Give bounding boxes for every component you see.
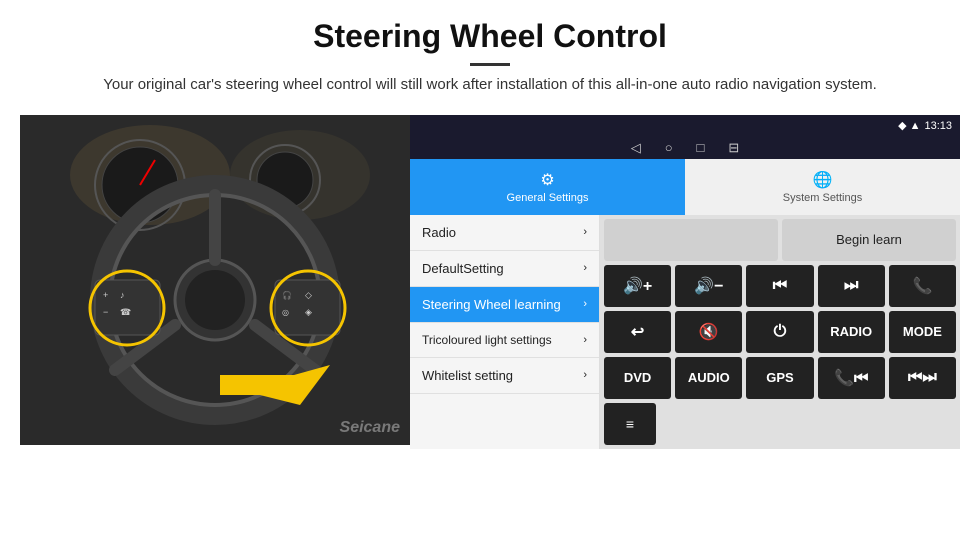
general-settings-label: General Settings	[507, 192, 589, 204]
svg-text:♪: ♪	[120, 290, 125, 300]
time-display: 13:13	[924, 120, 952, 132]
steering-wheel-image: + − ♪ ☎ 🎧 ◎ ◇ ◈	[20, 115, 410, 445]
title-divider	[470, 63, 510, 66]
ctrl-row-2: ↩ 🔇 ⏻ RADIO MODE	[604, 311, 956, 353]
menu-item-steering-wheel[interactable]: Steering Wheel learning ›	[410, 287, 599, 323]
menu-tricoloured-label: Tricoloured light settings	[422, 333, 583, 347]
recents-icon[interactable]: □	[697, 140, 705, 156]
hang-up-button[interactable]: ↩	[604, 311, 671, 353]
svg-text:◇: ◇	[305, 290, 312, 300]
chevron-icon-whitelist: ›	[583, 369, 587, 381]
chevron-icon-tricoloured: ›	[583, 334, 587, 346]
svg-text:−: −	[103, 307, 108, 317]
svg-text:◎: ◎	[282, 308, 289, 317]
page-header: Steering Wheel Control Your original car…	[0, 0, 980, 105]
android-ui: ◆ ▲ 13:13 ◁ ○ □ ⊟ ⚙ General Settings 🌐 S…	[410, 115, 960, 449]
home-icon[interactable]: ○	[665, 140, 673, 156]
vol-down-button[interactable]: 🔊−	[675, 265, 742, 307]
page-subtitle: Your original car's steering wheel contr…	[40, 74, 940, 97]
controls-area: Begin learn 🔊+ 🔊− ⏮ ⏭	[600, 215, 960, 449]
bottom-area: Radio › DefaultSetting › Steering Wheel …	[410, 215, 960, 449]
next-track-button[interactable]: ⏭	[818, 265, 885, 307]
nav-bar: ◁ ○ □ ⊟	[410, 137, 960, 159]
svg-text:🎧: 🎧	[282, 290, 292, 300]
menu-list: Radio › DefaultSetting › Steering Wheel …	[410, 215, 600, 449]
tab-system-settings[interactable]: 🌐 System Settings	[685, 159, 960, 215]
power-button[interactable]: ⏻	[746, 311, 813, 353]
menu-grid-button[interactable]: ≡	[604, 403, 656, 445]
gps-button[interactable]: GPS	[746, 357, 813, 399]
menu-item-tricoloured[interactable]: Tricoloured light settings ›	[410, 323, 599, 358]
ctrl-empty-box	[604, 219, 778, 261]
mode-button[interactable]: MODE	[889, 311, 956, 353]
tabs-row: ⚙ General Settings 🌐 System Settings	[410, 159, 960, 215]
ctrl-row-1: 🔊+ 🔊− ⏮ ⏭ 📞	[604, 265, 956, 307]
page-title: Steering Wheel Control	[40, 18, 940, 55]
phone-prev-button[interactable]: 📞⏮	[818, 357, 885, 399]
content-area: + − ♪ ☎ 🎧 ◎ ◇ ◈ Seicane ◆ ▲ 13:13	[20, 115, 960, 449]
general-settings-icon: ⚙	[540, 170, 554, 190]
system-settings-icon: 🌐	[813, 170, 833, 190]
menu-whitelist-label: Whitelist setting	[422, 368, 583, 383]
menu-item-radio[interactable]: Radio ›	[410, 215, 599, 251]
menu-steering-label: Steering Wheel learning	[422, 297, 583, 312]
menu-radio-label: Radio	[422, 225, 583, 240]
prev-track-button[interactable]: ⏮	[746, 265, 813, 307]
chevron-icon-steering: ›	[583, 298, 587, 310]
mute-button[interactable]: 🔇	[675, 311, 742, 353]
chevron-icon-default: ›	[583, 262, 587, 274]
status-bar: ◆ ▲ 13:13	[410, 115, 960, 137]
signal-icon: ◆ ▲	[898, 119, 920, 132]
car-image-container: + − ♪ ☎ 🎧 ◎ ◇ ◈ Seicane	[20, 115, 410, 445]
seek-button[interactable]: ⏮⏭	[889, 357, 956, 399]
dvd-button[interactable]: DVD	[604, 357, 671, 399]
menu-icon[interactable]: ⊟	[728, 140, 739, 156]
vol-up-button[interactable]: 🔊+	[604, 265, 671, 307]
menu-item-whitelist[interactable]: Whitelist setting ›	[410, 358, 599, 394]
watermark: Seicane	[340, 419, 400, 437]
phone-button[interactable]: 📞	[889, 265, 956, 307]
grid-icon: ≡	[626, 416, 634, 432]
begin-learn-button[interactable]: Begin learn	[782, 219, 956, 261]
status-bar-right: ◆ ▲ 13:13	[898, 119, 952, 132]
svg-text:+: +	[103, 290, 108, 300]
ctrl-row-4: ≡	[604, 403, 956, 445]
ctrl-row-top: Begin learn	[604, 219, 956, 261]
radio-button[interactable]: RADIO	[818, 311, 885, 353]
menu-default-label: DefaultSetting	[422, 261, 583, 276]
back-icon[interactable]: ◁	[631, 140, 641, 156]
svg-text:◈: ◈	[305, 307, 312, 317]
system-settings-label: System Settings	[783, 192, 862, 204]
ctrl-row-3: DVD AUDIO GPS 📞⏮ ⏮⏭	[604, 357, 956, 399]
chevron-icon-radio: ›	[583, 226, 587, 238]
tab-general-settings[interactable]: ⚙ General Settings	[410, 159, 685, 215]
svg-text:☎: ☎	[120, 307, 131, 317]
audio-button[interactable]: AUDIO	[675, 357, 742, 399]
menu-item-default-setting[interactable]: DefaultSetting ›	[410, 251, 599, 287]
